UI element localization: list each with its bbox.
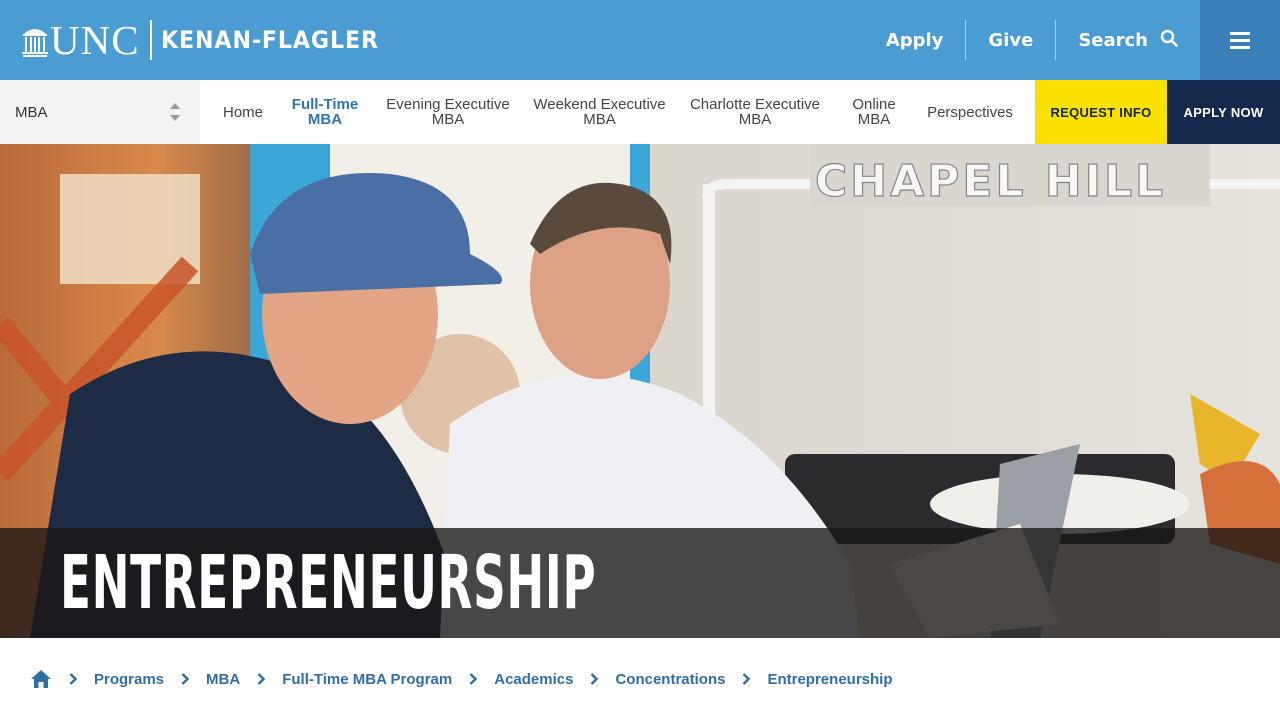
nav-item-perspectives[interactable]: Perspectives [905,105,1035,120]
hamburger-menu-button[interactable] [1200,0,1280,80]
breadcrumb: Programs MBA Full-Time MBA Program Acade… [30,638,893,720]
nav-item-label-line2: MBA [583,111,616,128]
nav-item-full-time-mba[interactable]: Full-Time MBA [286,97,364,127]
program-select-dropdown[interactable]: MBA [0,80,200,144]
site-header: UNC KENAN-FLAGLER Apply Give Search [0,0,1280,80]
breadcrumb-link-programs[interactable]: Programs [94,671,164,688]
search-icon [1160,29,1178,47]
page-title: ENTREPRENEURSHIP [60,540,597,626]
nav-item-label-line1: Full-Time [291,96,359,113]
request-info-button[interactable]: REQUEST INFO [1035,80,1167,144]
nav-item-label: Home [222,103,263,121]
search-label: Search [1078,29,1148,51]
program-nav: MBA Home Full-Time MBA Evening Executive… [0,80,1280,144]
nav-item-label-line1: Charlotte Executive [689,96,821,113]
nav-item-label-line1: Online [852,96,896,113]
chevron-right-icon [257,673,266,685]
home-icon[interactable] [30,669,52,689]
unc-wordmark: UNC [50,16,140,63]
search-button[interactable]: Search [1055,20,1200,60]
apply-now-button[interactable]: APPLY NOW [1167,80,1280,144]
nav-item-label-line2: MBA [307,111,343,128]
nav-item-charlotte-executive-mba[interactable]: Charlotte Executive MBA [667,97,843,127]
breadcrumb-link-mba[interactable]: MBA [206,671,240,688]
breadcrumb-link-concentrations[interactable]: Concentrations [615,671,725,688]
nav-item-online-mba[interactable]: Online MBA [843,97,905,127]
chevron-right-icon [591,673,599,685]
sort-arrows-icon [170,103,180,121]
chevron-right-icon [469,673,478,685]
nav-item-home[interactable]: Home [200,105,286,120]
kenan-flagler-wordmark: KENAN-FLAGLER [160,26,379,54]
nav-item-label-line2: MBA [431,111,465,128]
nav-item-evening-executive-mba[interactable]: Evening Executive MBA [364,97,532,127]
breadcrumb-link-academics[interactable]: Academics [494,671,573,688]
chevron-right-icon [69,673,77,685]
nav-item-label-line2: MBA [738,111,772,128]
chevron-right-icon [181,673,190,685]
logo-divider [149,20,152,60]
nav-item-label: Perspectives [927,103,1013,121]
nav-item-label-line1: Evening Executive [386,96,510,113]
nav-item-label-line2: MBA [857,111,891,128]
hero-banner: CHAPEL HILL ENTREPRENEURSHIP [0,144,1280,638]
old-well-icon [22,29,48,57]
utility-nav: Apply Give Search [864,0,1200,80]
apply-link[interactable]: Apply [864,20,966,60]
chevron-right-icon [743,673,751,685]
give-link[interactable]: Give [965,20,1055,60]
chapel-hill-sign: CHAPEL HILL [815,156,1166,207]
nav-item-label-line1: Weekend Executive [533,96,666,113]
unc-kenan-flagler-logo[interactable]: UNC KENAN-FLAGLER [22,18,397,62]
breadcrumb-current-entrepreneurship[interactable]: Entrepreneurship [767,671,892,688]
nav-item-weekend-executive-mba[interactable]: Weekend Executive MBA [532,97,667,127]
program-select-value: MBA [15,103,48,121]
hamburger-icon [1230,32,1250,49]
program-nav-items: Home Full-Time MBA Evening Executive MBA… [200,80,1035,144]
give-label: Give [988,29,1034,51]
breadcrumb-link-full-time-mba-program[interactable]: Full-Time MBA Program [282,671,452,688]
